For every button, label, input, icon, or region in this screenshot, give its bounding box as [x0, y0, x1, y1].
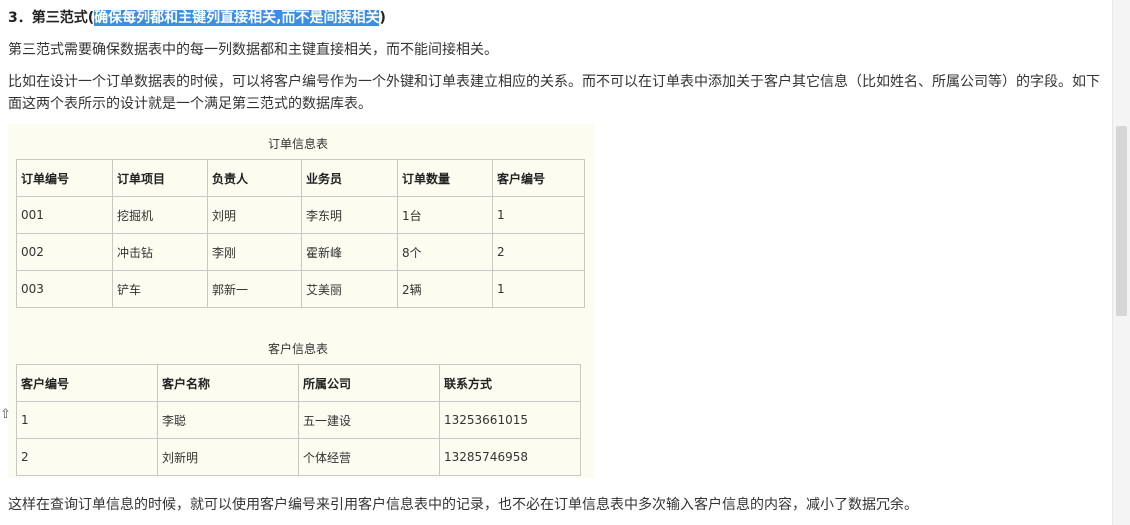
customer-table: 客户编号 客户名称 所属公司 联系方式 1 李聪 五一建设 1325366101…	[16, 364, 581, 476]
table-cell: 13253661015	[439, 401, 581, 439]
table-row: 003 铲车 郭新一 艾美丽 2辆 1	[16, 270, 585, 308]
table-cell: 2	[16, 438, 158, 476]
table-cell: 003	[16, 270, 113, 308]
table-cell: 铲车	[112, 270, 208, 308]
table-cell: 郭新一	[207, 270, 302, 308]
table-cell: 1台	[397, 196, 493, 234]
table-cell: 李东明	[301, 196, 398, 234]
table-cell: 冲击钻	[112, 233, 208, 271]
table-cell: 刘新明	[157, 438, 299, 476]
paragraph-example: 比如在设计一个订单数据表的时候，可以将客户编号作为一个外键和订单表建立相应的关系…	[8, 74, 1100, 112]
table-cell: 8个	[397, 233, 493, 271]
table-row: 002 冲击钻 李刚 霍新峰 8个 2	[16, 233, 585, 271]
table-cell: 个体经营	[298, 438, 440, 476]
customer-table-caption: 客户信息表	[268, 342, 329, 356]
column-header: 订单数量	[397, 159, 493, 197]
heading-selected-text[interactable]: 确保每列都和主键列直接相关,而不是间接相关	[94, 10, 380, 26]
column-header: 业务员	[301, 159, 398, 197]
order-table-caption: 订单信息表	[268, 137, 329, 151]
column-header: 订单编号	[16, 159, 113, 197]
scrollbar-thumb[interactable]	[1116, 126, 1127, 316]
table-cell: 李聪	[157, 401, 299, 439]
order-table: 订单编号 订单项目 负责人 业务员 订单数量 客户编号 001 挖掘机 刘明 李…	[16, 159, 585, 308]
table-cell: 2辆	[397, 270, 493, 308]
table-cell: 艾美丽	[301, 270, 398, 308]
column-header: 订单项目	[112, 159, 208, 197]
paragraph-conclusion: 这样在查询订单信息的时候，就可以使用客户编号来引用客户信息表中的记录，也不必在订…	[8, 497, 918, 513]
vertical-scrollbar[interactable]	[1112, 0, 1130, 525]
table-cell: 13285746958	[439, 438, 581, 476]
column-header: 所属公司	[298, 364, 440, 402]
table-cell: 2	[492, 233, 585, 271]
table-header-row: 订单编号 订单项目 负责人 业务员 订单数量 客户编号	[16, 159, 585, 197]
mouse-pointer-icon: ⇧	[0, 407, 11, 422]
table-cell: 1	[492, 196, 585, 234]
table-header-row: 客户编号 客户名称 所属公司 联系方式	[16, 364, 581, 402]
table-cell: 五一建设	[298, 401, 440, 439]
heading-prefix: 3．第三范式(	[8, 10, 95, 26]
column-header: 负责人	[207, 159, 302, 197]
table-cell: 002	[16, 233, 113, 271]
column-header: 客户编号	[16, 364, 158, 402]
table-row: 001 挖掘机 刘明 李东明 1台 1	[16, 196, 585, 234]
table-cell: 刘明	[207, 196, 302, 234]
column-header: 客户编号	[492, 159, 585, 197]
table-cell: 李刚	[207, 233, 302, 271]
column-header: 客户名称	[157, 364, 299, 402]
section-heading: 3．第三范式(确保每列都和主键列直接相关,而不是间接相关)	[8, 8, 386, 28]
table-row: 2 刘新明 个体经营 13285746958	[16, 438, 581, 476]
table-cell: 1	[492, 270, 585, 308]
column-header: 联系方式	[439, 364, 581, 402]
table-cell: 001	[16, 196, 113, 234]
tables-panel: 订单信息表 订单编号 订单项目 负责人 业务员 订单数量 客户编号 001 挖掘…	[8, 124, 594, 478]
table-cell: 1	[16, 401, 158, 439]
table-cell: 霍新峰	[301, 233, 398, 271]
table-row: 1 李聪 五一建设 13253661015	[16, 401, 581, 439]
paragraph-definition: 第三范式需要确保数据表中的每一列数据都和主键直接相关，而不能间接相关。	[8, 42, 498, 58]
heading-suffix: )	[379, 10, 386, 26]
table-cell: 挖掘机	[112, 196, 208, 234]
